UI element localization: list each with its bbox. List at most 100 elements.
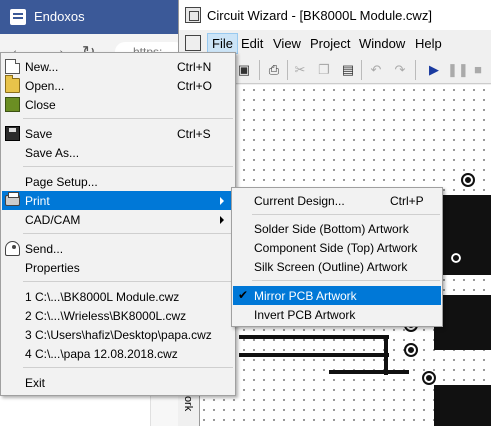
print-invert-pcb-artwork[interactable]: Invert PCB Artwork [233, 305, 441, 324]
menu-separator [252, 214, 440, 215]
file-menu-page-setup[interactable]: Page Setup... [2, 172, 234, 191]
pcb-trace [384, 335, 388, 375]
browser-app-icon [10, 9, 26, 25]
menu-separator [252, 280, 440, 281]
menu-item-shortcut: Ctrl+S [177, 127, 211, 141]
run-simulation-icon[interactable]: ▶ [425, 61, 443, 79]
menu-edit[interactable]: Edit [241, 36, 263, 51]
menu-item-label: New... [25, 60, 59, 74]
menu-item-label: Close [25, 98, 56, 112]
recent-file-2[interactable]: 2 C:\...\Wrieless\BK8000L.cwz [2, 306, 234, 325]
pcb-trace [239, 353, 389, 357]
print-mirror-pcb-artwork[interactable]: ✔ Mirror PCB Artwork [233, 286, 441, 305]
toolbar-separator [259, 60, 260, 80]
recent-file-4[interactable]: 4 C:\...\papa 12.08.2018.cwz [2, 344, 234, 363]
checkmark-icon: ✔ [238, 288, 249, 302]
submenu-arrow-icon [220, 197, 224, 205]
print-current-design[interactable]: Current Design... Ctrl+P [233, 191, 441, 210]
print-component-side-artwork[interactable]: Component Side (Top) Artwork [233, 238, 441, 257]
file-menu-cadcam[interactable]: CAD/CAM [2, 210, 234, 229]
pcb-pad [422, 371, 436, 385]
menu-item-label: Save As... [25, 146, 80, 160]
file-menu-close[interactable]: Close [2, 95, 234, 114]
close-icon [5, 97, 20, 112]
menu-item-label: CAD/CAM [25, 213, 81, 227]
menu-separator [23, 166, 233, 167]
pcb-trace [329, 370, 409, 374]
pause-icon[interactable]: ❚❚ [447, 61, 469, 79]
file-menu-properties[interactable]: Properties [2, 258, 234, 277]
document-system-icon[interactable] [185, 35, 201, 51]
menu-item-shortcut: Ctrl+O [177, 79, 213, 93]
menu-item-label: Current Design... [254, 194, 345, 208]
toolbar-separator [361, 60, 362, 80]
menu-separator [23, 281, 233, 282]
file-menu-print[interactable]: Print [2, 191, 234, 210]
cut-icon[interactable]: ✂ [291, 61, 309, 79]
pcb-trace [239, 335, 389, 339]
menu-separator [23, 367, 233, 368]
toolbar-separator [415, 60, 416, 80]
menu-item-label: Properties [25, 261, 80, 275]
menu-item-shortcut: Ctrl+N [177, 60, 212, 74]
menu-separator [23, 233, 233, 234]
pcb-pad [449, 251, 463, 265]
menu-window[interactable]: Window [359, 36, 405, 51]
menu-item-label: Component Side (Top) Artwork [254, 241, 418, 255]
redo-icon[interactable]: ↷ [391, 61, 409, 79]
send-icon [5, 241, 20, 256]
file-menu-save[interactable]: Save Ctrl+S [2, 124, 234, 143]
browser-titlebar: Endoxos [0, 0, 180, 34]
menu-item-label: 4 C:\...\papa 12.08.2018.cwz [25, 347, 178, 361]
menu-item-label: Mirror PCB Artwork [254, 289, 357, 303]
recent-file-1[interactable]: 1 C:\...\BK8000L Module.cwz [2, 287, 234, 306]
browser-title: Endoxos [34, 9, 85, 24]
pcb-copper-area [434, 385, 491, 426]
print-submenu: Current Design... Ctrl+P Solder Side (Bo… [231, 187, 443, 327]
menu-help[interactable]: Help [415, 36, 442, 51]
save-icon[interactable]: ▣ [235, 61, 253, 79]
printer-icon[interactable]: ⎙ [265, 61, 283, 79]
menu-item-label: Send... [25, 242, 64, 256]
menu-separator [23, 118, 233, 119]
pcb-pad [404, 343, 418, 357]
file-menu-open[interactable]: Open... Ctrl+O [2, 75, 234, 95]
menu-item-label: Save [25, 127, 53, 141]
window-titlebar: Circuit Wizard - [BK8000L Module.cwz] [179, 0, 491, 30]
recent-file-3[interactable]: 3 C:\Users\hafiz\Desktop\papa.cwz [2, 325, 234, 344]
pcb-pad [461, 173, 475, 187]
menu-item-label: Page Setup... [25, 175, 98, 189]
file-menu: New... Ctrl+N Open... Ctrl+O Close Save … [0, 52, 236, 396]
menu-item-label: Silk Screen (Outline) Artwork [254, 260, 408, 274]
print-silk-screen-artwork[interactable]: Silk Screen (Outline) Artwork [233, 257, 441, 276]
printer-icon [5, 192, 20, 206]
menu-item-label: Open... [25, 79, 65, 93]
file-menu-save-as[interactable]: Save As... [2, 143, 234, 162]
window-title: Circuit Wizard - [BK8000L Module.cwz] [207, 8, 432, 23]
paste-icon[interactable]: ▤ [339, 61, 357, 79]
menu-item-label: 3 C:\Users\hafiz\Desktop\papa.cwz [25, 328, 212, 342]
menu-view[interactable]: View [273, 36, 301, 51]
copy-icon[interactable]: ❐ [315, 61, 333, 79]
menu-item-shortcut: Ctrl+P [390, 194, 424, 208]
submenu-arrow-icon [220, 216, 224, 224]
menu-item-label: Invert PCB Artwork [254, 308, 356, 322]
file-menu-exit[interactable]: Exit [2, 373, 234, 392]
file-menu-new[interactable]: New... Ctrl+N [2, 57, 234, 76]
menu-file[interactable]: File [207, 33, 238, 54]
menu-item-label: Print [25, 194, 50, 208]
open-folder-icon [5, 75, 20, 93]
stop-icon[interactable]: ■ [469, 61, 487, 79]
undo-icon[interactable]: ↶ [367, 61, 385, 79]
circuit-wizard-app-icon [185, 7, 201, 23]
file-menu-send[interactable]: Send... [2, 239, 234, 258]
menu-item-label: Exit [25, 376, 46, 390]
new-document-icon [5, 59, 20, 74]
toolbar-separator [287, 60, 288, 80]
menu-item-label: Solder Side (Bottom) Artwork [254, 222, 409, 236]
menu-item-label: 2 C:\...\Wrieless\BK8000L.cwz [25, 309, 187, 323]
save-icon [5, 126, 20, 141]
print-solder-side-artwork[interactable]: Solder Side (Bottom) Artwork [233, 219, 441, 238]
menu-project[interactable]: Project [310, 36, 350, 51]
menubar: File Edit View Project Window Help [179, 32, 491, 54]
